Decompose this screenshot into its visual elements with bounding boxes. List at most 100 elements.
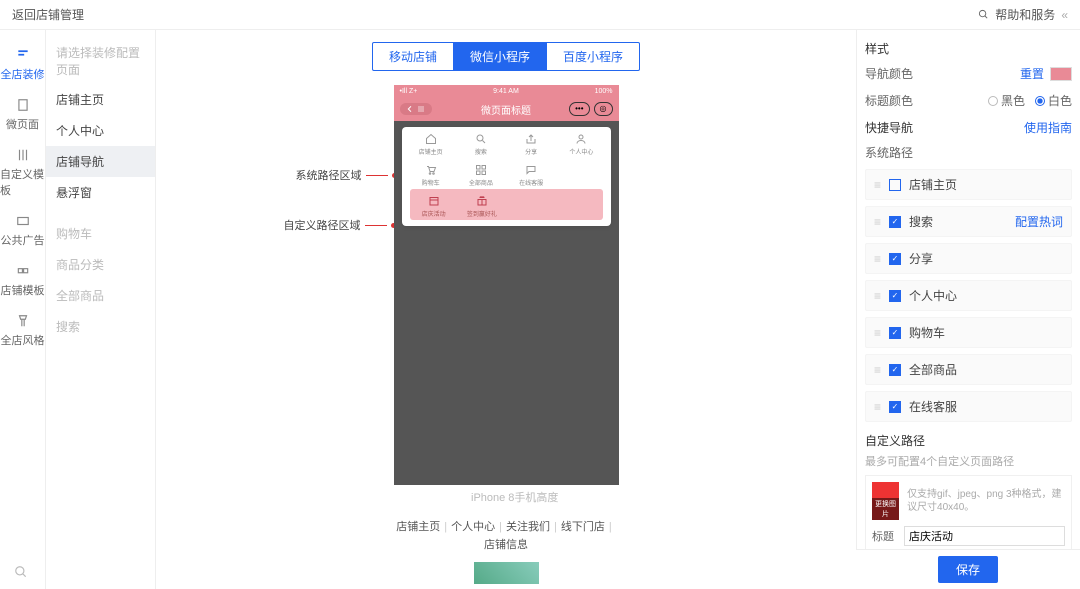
menu-search[interactable]: 搜索	[46, 311, 155, 342]
target-icon[interactable]: ◎	[594, 102, 613, 116]
path-item[interactable]: ≡ ✓ 搜索 配置热词	[865, 206, 1072, 237]
checkbox[interactable]: ✓	[889, 216, 901, 228]
path-item[interactable]: ≡ ✓ 分享	[865, 243, 1072, 274]
nav-custom-2[interactable]: 签到赢好礼	[458, 189, 506, 220]
reset-link[interactable]: 重置	[1020, 65, 1044, 82]
checkbox[interactable]: ✓	[889, 401, 901, 413]
rail-template[interactable]: 自定义模板	[0, 140, 45, 206]
nav-search[interactable]: 搜索	[456, 127, 506, 158]
shoptpl-icon	[16, 264, 30, 278]
path-label: 店铺主页	[909, 176, 1063, 193]
path-label: 搜索	[909, 213, 1007, 230]
nav-share[interactable]: 分享	[506, 127, 556, 158]
menu-allgoods[interactable]: 全部商品	[46, 280, 155, 311]
checkbox[interactable]: ✓	[889, 327, 901, 339]
tab-wechat[interactable]: 微信小程序	[453, 43, 546, 70]
upload-image[interactable]	[872, 482, 899, 520]
path-item[interactable]: ≡ ✓ 购物车	[865, 317, 1072, 348]
custom-path-hint: 最多可配置4个自定义页面路径	[865, 453, 1072, 469]
search-icon[interactable]	[14, 565, 28, 579]
nav-custom-1[interactable]: 店庆活动	[410, 189, 458, 220]
platform-tabs: 移动店铺 微信小程序 百度小程序	[372, 42, 640, 71]
rail-style[interactable]: 全店风格	[0, 306, 45, 356]
checkbox[interactable]: ✓	[889, 253, 901, 265]
path-item[interactable]: ≡ ✓ 全部商品	[865, 354, 1072, 385]
drag-handle[interactable]: ≡	[874, 326, 881, 340]
checkbox[interactable]: ✓	[889, 364, 901, 376]
title-input[interactable]	[904, 526, 1065, 546]
path-label: 分享	[909, 250, 1063, 267]
phone-footer-nav: 店铺主页|个人中心|关注我们|线下门店|店铺信息	[394, 519, 619, 584]
menu-cart[interactable]: 购物车	[46, 218, 155, 249]
nav-home[interactable]: 店铺主页	[406, 127, 456, 158]
menu-shop-nav[interactable]: 店铺导航	[46, 146, 155, 177]
drag-handle[interactable]: ≡	[874, 178, 881, 192]
path-label: 全部商品	[909, 361, 1063, 378]
rail-micropage[interactable]: 微页面	[0, 90, 45, 140]
checkbox[interactable]: ✓	[889, 290, 901, 302]
drag-handle[interactable]: ≡	[874, 252, 881, 266]
annot-custom: 自定义路径区域	[284, 217, 396, 233]
nav-color-swatch[interactable]	[1050, 67, 1072, 81]
help-link[interactable]: 帮助和服务	[995, 6, 1055, 23]
decorate-icon	[16, 48, 30, 62]
cart-icon	[425, 164, 437, 176]
rail-ad[interactable]: 公共广告	[0, 206, 45, 256]
section-style: 样式	[865, 40, 1072, 57]
path-label: 在线客服	[909, 398, 1063, 415]
rail-label: 自定义模板	[0, 166, 45, 198]
page-icon	[16, 98, 30, 112]
rail-label: 公共广告	[1, 232, 45, 248]
drag-handle[interactable]: ≡	[874, 363, 881, 377]
search-icon	[475, 133, 487, 145]
path-item[interactable]: ≡ 店铺主页	[865, 169, 1072, 200]
phone-header: 微页面标题 •••◎	[394, 97, 619, 121]
tab-baidu[interactable]: 百度小程序	[546, 43, 639, 70]
nav-color-label: 导航颜色	[865, 65, 913, 82]
quick-nav-title: 快捷导航	[865, 119, 913, 136]
path-item[interactable]: ≡ ✓ 个人中心	[865, 280, 1072, 311]
back-icon[interactable]	[406, 105, 414, 113]
rail-shoptpl[interactable]: 店铺模板	[0, 256, 45, 306]
drag-handle[interactable]: ≡	[874, 400, 881, 414]
checkbox[interactable]	[889, 179, 901, 191]
custom-path-title: 自定义路径	[865, 432, 1072, 449]
rail-label: 全店装修	[1, 66, 45, 82]
nav-user[interactable]: 个人中心	[556, 127, 606, 158]
nav-chat[interactable]: 在线客服	[506, 158, 556, 189]
menu-category[interactable]: 商品分类	[46, 249, 155, 280]
collapse-icon[interactable]: «	[1061, 8, 1068, 22]
gift-icon	[476, 195, 488, 207]
menu-floating[interactable]: 悬浮窗	[46, 177, 155, 208]
phone-footnote: iPhone 8手机高度	[471, 489, 558, 505]
path-label: 购物车	[909, 324, 1063, 341]
drag-handle[interactable]: ≡	[874, 289, 881, 303]
phone-preview: •Ill Z+ 9:41 AM 100% 微页面标题 •••◎ 店铺主页 搜索	[394, 85, 619, 485]
drag-handle[interactable]: ≡	[874, 215, 881, 229]
more-icon[interactable]: •••	[569, 102, 589, 116]
config-hotword[interactable]: 配置热词	[1015, 213, 1063, 230]
tab-mobile[interactable]: 移动店铺	[373, 43, 453, 70]
menu-ucenter[interactable]: 个人中心	[46, 115, 155, 146]
search-icon[interactable]	[978, 9, 989, 20]
nav-cart[interactable]: 购物车	[406, 158, 456, 189]
user-icon	[575, 133, 587, 145]
rail-label: 全店风格	[1, 332, 45, 348]
status-bar: •Ill Z+ 9:41 AM 100%	[394, 85, 619, 97]
path-item[interactable]: ≡ ✓ 在线客服	[865, 391, 1072, 422]
nav-all[interactable]: 全部商品	[456, 158, 506, 189]
right-pane: 样式 导航颜色 重置 标题颜色 黑色 白色 快捷导航 使用指南 系统路径 ≡ 店…	[856, 30, 1080, 589]
radio-black[interactable]: 黑色	[988, 92, 1025, 109]
menu-icon[interactable]	[416, 105, 426, 113]
rail-label: 微页面	[6, 116, 39, 132]
usage-guide[interactable]: 使用指南	[1024, 119, 1072, 136]
save-bar: 保存	[856, 549, 1080, 589]
menu-shop-home[interactable]: 店铺主页	[46, 84, 155, 115]
side-menu: 请选择装修配置页面 店铺主页 个人中心 店铺导航 悬浮窗 购物车 商品分类 全部…	[46, 30, 156, 589]
rail-decorate[interactable]: 全店装修	[0, 40, 45, 90]
nav-panel: 店铺主页 搜索 分享 个人中心 购物车 全部商品 在线客服 店庆活动 签到赢好礼	[402, 127, 611, 226]
radio-white[interactable]: 白色	[1035, 92, 1072, 109]
system-path-label: 系统路径	[865, 144, 1072, 161]
save-button[interactable]: 保存	[938, 556, 998, 583]
back-to-shop[interactable]: 返回店铺管理	[12, 6, 84, 23]
